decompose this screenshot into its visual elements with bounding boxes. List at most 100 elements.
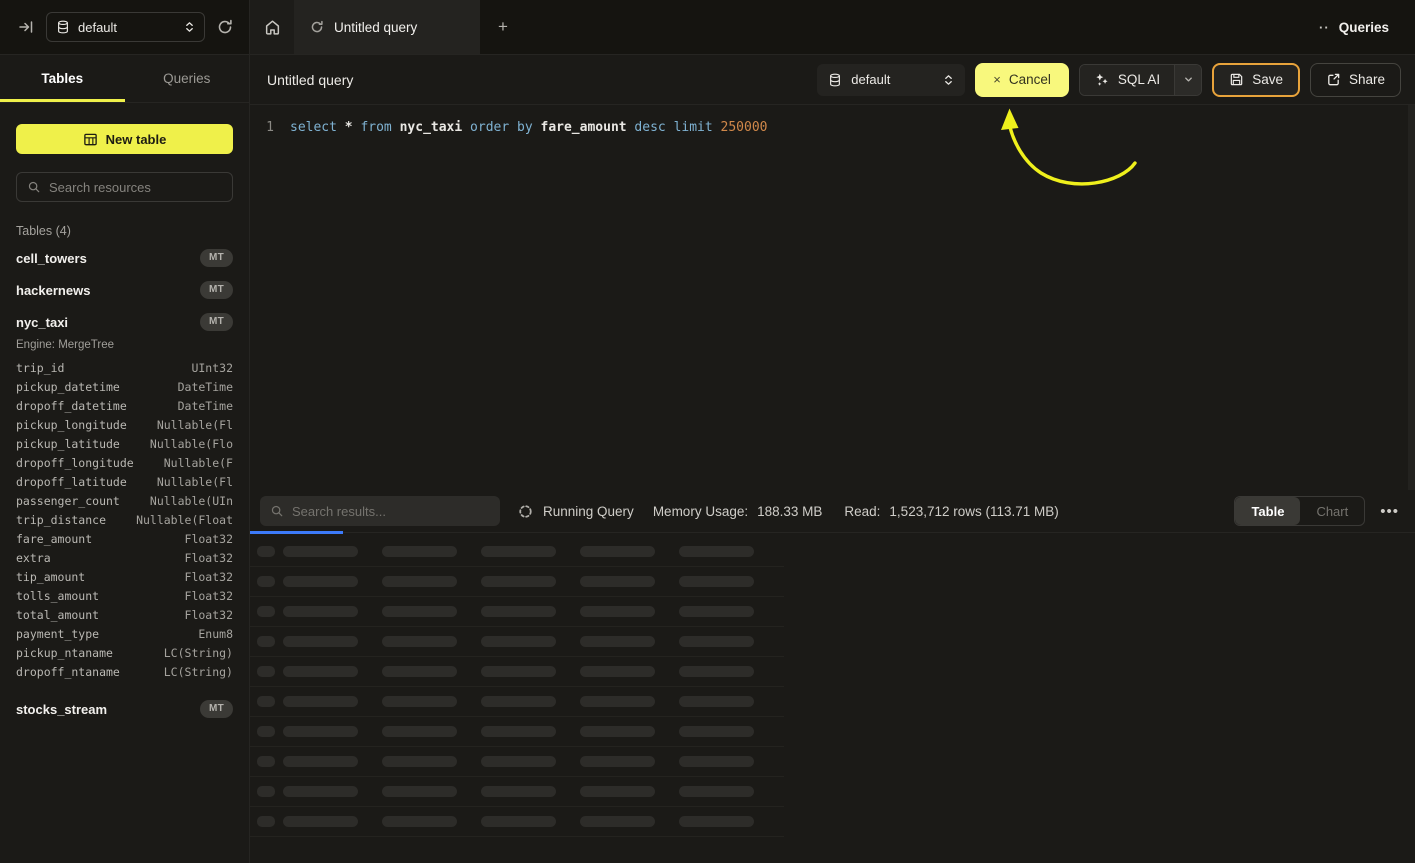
share-button[interactable]: Share: [1310, 63, 1401, 97]
table-row-nyc_taxi[interactable]: nyc_taxiMT: [0, 306, 249, 338]
loading-cell: [382, 816, 457, 827]
sql-token: [713, 120, 721, 135]
column-name: dropoff_longitude: [16, 456, 134, 470]
sparkles-icon: [1094, 72, 1109, 87]
new-tab-button[interactable]: +: [480, 0, 526, 54]
column-row: payment_typeEnum8: [0, 624, 249, 643]
column-type: LC(String): [164, 665, 233, 679]
chevron-up-down-icon: [943, 73, 954, 87]
column-name: tolls_amount: [16, 589, 99, 603]
column-name: pickup_longitude: [16, 418, 127, 432]
refresh-icon[interactable]: [217, 19, 233, 35]
column-name: trip_id: [16, 361, 64, 375]
editor-scrollbar[interactable]: [1408, 105, 1415, 490]
sidebar-tab-queries[interactable]: Queries: [125, 55, 250, 102]
column-type: Float32: [185, 589, 233, 603]
save-button[interactable]: Save: [1212, 63, 1300, 97]
search-resources-input[interactable]: [49, 180, 222, 195]
column-row: trip_idUInt32: [0, 358, 249, 377]
column-row: pickup_datetimeDateTime: [0, 377, 249, 396]
table-row-stocks_stream[interactable]: stocks_streamMT: [0, 693, 249, 725]
sql-ai-main[interactable]: SQL AI: [1080, 65, 1174, 95]
column-name: dropoff_datetime: [16, 399, 127, 413]
column-row: tip_amountFloat32: [0, 567, 249, 586]
loading-cell: [580, 726, 655, 737]
loading-cell: [679, 636, 754, 647]
column-type: Nullable(Fl: [157, 475, 233, 489]
more-options-icon[interactable]: •••: [1378, 500, 1401, 523]
view-toggle-table[interactable]: Table: [1235, 497, 1300, 525]
loading-row: [250, 747, 784, 777]
view-toggle-chart[interactable]: Chart: [1300, 497, 1364, 525]
loading-cell: [382, 756, 457, 767]
column-row: extraFloat32: [0, 548, 249, 567]
loading-cell: [283, 726, 358, 737]
home-tab[interactable]: [250, 0, 294, 54]
search-icon: [270, 504, 284, 518]
query-actions: default × Cancel SQL AI: [817, 63, 1401, 97]
column-row: pickup_ntanameLC(String): [0, 643, 249, 662]
query-database-selector[interactable]: default: [817, 64, 965, 96]
chevron-down-icon: [1183, 74, 1194, 85]
column-row: trip_distanceNullable(Float: [0, 510, 249, 529]
loading-cell: [283, 546, 358, 557]
loading-cell: [679, 816, 754, 827]
loading-cell: [580, 576, 655, 587]
loading-cell: [257, 786, 275, 797]
loading-row: [250, 657, 784, 687]
queries-shortcut[interactable]: ·· Queries: [1319, 0, 1389, 55]
loading-cell: [580, 816, 655, 827]
column-type: Nullable(Flo: [150, 437, 233, 451]
column-type: DateTime: [178, 399, 233, 413]
sidebar-tab-tables[interactable]: Tables: [0, 55, 125, 102]
loading-cell: [679, 576, 754, 587]
search-results-input[interactable]: [292, 504, 490, 519]
new-table-button[interactable]: New table: [16, 124, 233, 154]
loading-cell: [257, 576, 275, 587]
query-database-value: default: [851, 72, 934, 87]
topbar-database-selector[interactable]: default: [46, 12, 205, 42]
cancel-button[interactable]: × Cancel: [975, 63, 1069, 97]
loading-cell: [257, 546, 275, 557]
sql-token: order: [470, 120, 509, 135]
loading-cell: [257, 606, 275, 617]
loading-cell: [580, 786, 655, 797]
loading-cell: [382, 726, 457, 737]
loading-cell: [679, 786, 754, 797]
queries-dots-icon: ··: [1319, 21, 1330, 34]
loading-cell: [283, 786, 358, 797]
results-search[interactable]: [260, 496, 500, 526]
loading-row: [250, 537, 784, 567]
column-type: LC(String): [164, 646, 233, 660]
spinner-icon: [518, 504, 533, 519]
sql-ai-button[interactable]: SQL AI: [1079, 64, 1202, 96]
sql-code: select * from nyc_taxi order by fare_amo…: [290, 119, 768, 137]
sql-token: limit: [674, 120, 713, 135]
column-row: pickup_latitudeNullable(Flo: [0, 434, 249, 453]
loading-cell: [382, 666, 457, 677]
sidebar-search[interactable]: [16, 172, 233, 202]
column-type: Nullable(UIn: [150, 494, 233, 508]
sidebar-tab-queries-label: Queries: [163, 71, 210, 86]
tab-untitled-query[interactable]: Untitled query: [294, 0, 480, 54]
top-bar: default Untitled query: [0, 0, 1415, 55]
sql-ai-label: SQL AI: [1118, 72, 1160, 87]
query-header: Untitled query default × Cancel: [250, 55, 1415, 105]
sidebar: Tables Queries New table Tables (4) cell…: [0, 55, 250, 863]
sql-ai-dropdown[interactable]: [1174, 65, 1201, 95]
queries-link-label: Queries: [1339, 20, 1389, 35]
table-row-cell_towers[interactable]: cell_towersMT: [0, 242, 249, 274]
sql-token: [509, 120, 517, 135]
loading-row: [250, 777, 784, 807]
sql-token: fare_amount: [541, 120, 627, 135]
cancel-label: Cancel: [1009, 72, 1051, 87]
collapse-sidebar-icon[interactable]: [18, 19, 34, 35]
column-name: passenger_count: [16, 494, 120, 508]
sql-token: [666, 120, 674, 135]
table-row-hackernews[interactable]: hackernewsMT: [0, 274, 249, 306]
sql-token: *: [345, 120, 353, 135]
loading-cell: [481, 546, 556, 557]
sql-editor[interactable]: 1 select * from nyc_taxi order by fare_a…: [250, 105, 1415, 490]
save-icon: [1229, 72, 1244, 87]
share-icon: [1326, 72, 1341, 87]
